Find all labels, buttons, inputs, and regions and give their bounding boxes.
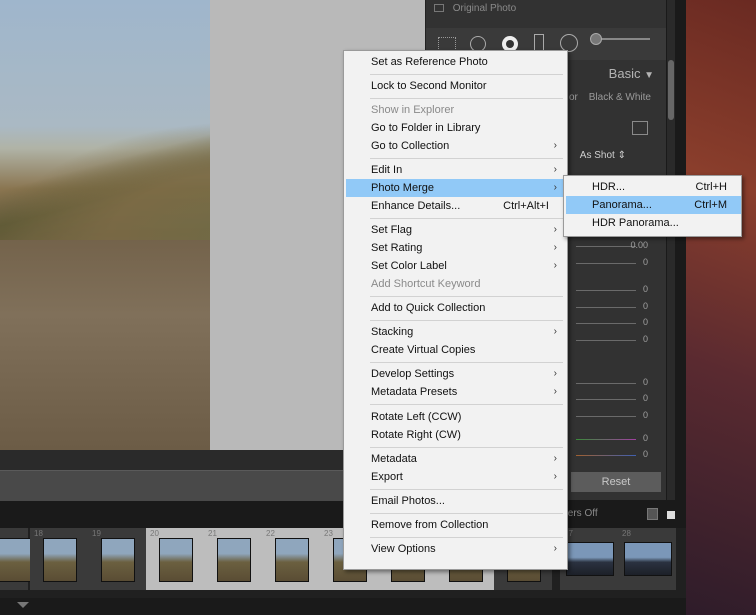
slider[interactable] xyxy=(576,455,636,456)
filmstrip-cell[interactable]: 22 xyxy=(262,528,320,590)
slider[interactable] xyxy=(576,290,636,291)
bottom-bar xyxy=(0,598,686,615)
menu-item-create-virtual-copies[interactable]: Create Virtual Copies xyxy=(346,341,565,359)
menu-item-go-to-collection[interactable]: Go to Collection › xyxy=(346,137,565,155)
menu-item-show-in-explorer: Show in Explorer xyxy=(371,104,455,116)
menu-item-lock-to-second-monitor[interactable]: Lock to Second Monitor xyxy=(346,77,565,95)
menu-item-set-flag[interactable]: Set Flag › xyxy=(346,221,565,239)
filmstrip-cell[interactable] xyxy=(0,528,32,590)
chevron-right-icon: › xyxy=(553,386,557,397)
menu-item-go-to-folder[interactable]: Go to Folder in Library xyxy=(346,119,565,137)
grid-icon[interactable] xyxy=(632,121,648,135)
filter-dropdown-icon[interactable] xyxy=(647,508,658,520)
menu-item-develop-settings[interactable]: Develop Settings › xyxy=(346,365,565,383)
menu-item-enhance-details[interactable]: Enhance Details... Ctrl+Alt+I xyxy=(346,197,565,215)
slider-value: 0 xyxy=(642,449,648,459)
slider[interactable] xyxy=(576,323,636,324)
original-photo-label: Original Photo xyxy=(452,3,517,14)
slider-value: 0 xyxy=(642,257,648,267)
slider[interactable] xyxy=(576,416,636,417)
menu-item-rotate-right[interactable]: Rotate Right (CW) xyxy=(346,426,565,444)
chevron-right-icon: › xyxy=(553,182,557,193)
menu-item-add-to-quick-collection[interactable]: Add to Quick Collection xyxy=(346,299,565,317)
treatment-color-label[interactable]: or xyxy=(569,92,578,103)
slider[interactable] xyxy=(576,263,636,264)
reset-button[interactable]: Reset xyxy=(571,472,661,492)
menu-item-remove-from-collection[interactable]: Remove from Collection xyxy=(346,516,565,534)
menu-item-export[interactable]: Export › xyxy=(346,468,565,486)
chevron-right-icon: › xyxy=(553,453,557,464)
menu-item-metadata[interactable]: Metadata › xyxy=(346,450,565,468)
chevron-right-icon: › xyxy=(553,368,557,379)
chevron-right-icon: › xyxy=(553,224,557,235)
menu-item-photo-merge[interactable]: Photo Merge › xyxy=(346,179,565,197)
filmstrip-cell[interactable]: 28 xyxy=(618,528,676,590)
submenu-item-hdr[interactable]: HDR... Ctrl+H xyxy=(566,178,741,196)
menu-item-set-color-label[interactable]: Set Color Label › xyxy=(346,257,565,275)
chevron-right-icon: › xyxy=(553,260,557,271)
updown-icon: ⇕ xyxy=(617,150,626,161)
slider[interactable] xyxy=(576,340,636,341)
menu-item-email-photos[interactable]: Email Photos... xyxy=(346,492,565,510)
menu-item-stacking[interactable]: Stacking › xyxy=(346,323,565,341)
menu-item-view-options[interactable]: View Options › xyxy=(346,540,565,558)
submenu-item-hdr-panorama[interactable]: HDR Panorama... xyxy=(566,214,741,232)
lock-toggle-icon[interactable] xyxy=(667,511,675,519)
chevron-right-icon: › xyxy=(553,326,557,337)
slider-value: 0 xyxy=(642,377,648,387)
menu-item-rotate-left[interactable]: Rotate Left (CCW) xyxy=(346,408,565,426)
menu-item-set-rating[interactable]: Set Rating › xyxy=(346,239,565,257)
slider[interactable] xyxy=(576,307,636,308)
slider-value: 0 xyxy=(642,410,648,420)
treatment-bw-label[interactable]: Black & White xyxy=(589,92,651,103)
filmstrip-cell[interactable]: 21 xyxy=(204,528,262,590)
chevron-right-icon: › xyxy=(553,543,557,554)
filmstrip-cell[interactable]: 18 xyxy=(30,528,88,590)
slider-value: 0 xyxy=(642,334,648,344)
filmstrip-cell[interactable]: 19 xyxy=(88,528,146,590)
photo-hillside xyxy=(0,120,210,240)
menu-item-set-as-reference-photo[interactable]: Set as Reference Photo xyxy=(346,53,565,71)
menu-item-edit-in[interactable]: Edit In › xyxy=(346,161,565,179)
filmstrip-cell[interactable]: 27 xyxy=(560,528,618,590)
slider-value: 0.00 xyxy=(630,240,648,250)
slider[interactable] xyxy=(576,383,636,384)
original-photo-row[interactable]: Original Photo xyxy=(432,3,657,23)
chevron-right-icon: › xyxy=(553,140,557,151)
filmstrip-cell[interactable]: 20 xyxy=(146,528,204,590)
slider-value: 0 xyxy=(642,317,648,327)
slider[interactable] xyxy=(576,439,636,440)
photo-merge-submenu: HDR... Ctrl+H Panorama... Ctrl+M HDR Panor… xyxy=(563,175,742,237)
brush-icon[interactable] xyxy=(590,33,602,45)
chevron-right-icon: › xyxy=(553,164,557,175)
checkbox-icon[interactable] xyxy=(434,4,444,13)
slider[interactable] xyxy=(576,399,636,400)
slider-value: 0 xyxy=(642,284,648,294)
basic-panel-title[interactable]: Basic ▼ xyxy=(609,66,654,81)
chevron-down-icon: ▼ xyxy=(644,70,654,81)
chevron-right-icon: › xyxy=(553,471,557,482)
submenu-item-panorama[interactable]: Panorama... Ctrl+M xyxy=(566,196,741,214)
white-balance-select[interactable]: As Shot ⇕ xyxy=(580,150,626,161)
slider-value: 0 xyxy=(642,393,648,403)
expand-arrow-icon[interactable] xyxy=(17,602,29,608)
slider-value: 0 xyxy=(642,433,648,443)
panel-scrollbar[interactable] xyxy=(667,0,675,500)
slider-value: 0 xyxy=(642,301,648,311)
desktop-wallpaper xyxy=(686,0,756,615)
filter-select[interactable]: ters Off xyxy=(565,508,598,519)
slider[interactable] xyxy=(576,246,636,247)
menu-item-add-shortcut-keyword: Add Shortcut Keyword xyxy=(371,278,481,290)
context-menu: Set as Reference Photo Lock to Second Mo… xyxy=(343,50,568,570)
chevron-right-icon: › xyxy=(553,242,557,253)
menu-item-metadata-presets[interactable]: Metadata Presets › xyxy=(346,383,565,401)
